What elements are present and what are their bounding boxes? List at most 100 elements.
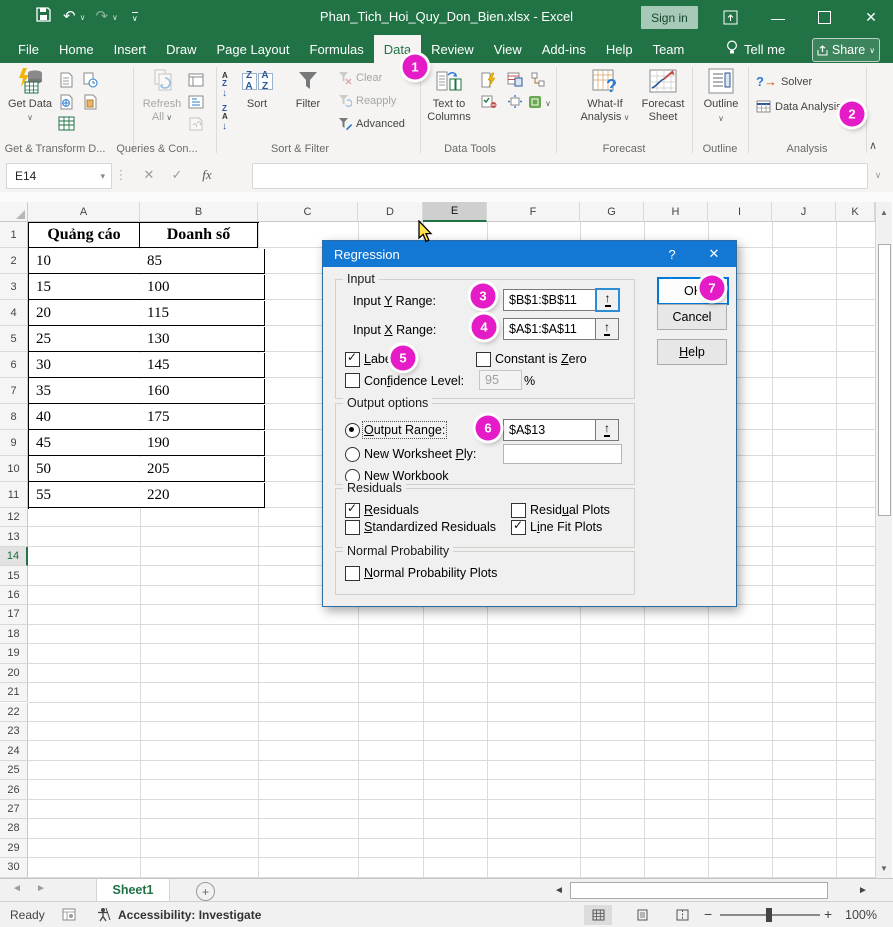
- cell-A1[interactable]: Quảng cáo: [29, 223, 140, 248]
- cancel-button[interactable]: Cancel: [657, 304, 727, 330]
- row-header-18[interactable]: 18: [0, 625, 28, 644]
- vertical-scrollbar[interactable]: ▲ ▼: [875, 202, 892, 878]
- column-header-J[interactable]: J: [772, 202, 836, 222]
- row-header-26[interactable]: 26: [0, 780, 28, 799]
- cell-B4[interactable]: 115: [140, 301, 265, 326]
- cell-A6[interactable]: 30: [29, 353, 147, 378]
- cell-B2[interactable]: 85: [140, 249, 265, 274]
- dialog-close-icon[interactable]: ✕: [698, 241, 730, 267]
- column-header-D[interactable]: D: [358, 202, 423, 222]
- add-sheet-icon[interactable]: +: [196, 882, 215, 901]
- cell-A4[interactable]: 20: [29, 301, 147, 326]
- ok-button[interactable]: OK: [657, 277, 729, 305]
- column-header-B[interactable]: B: [140, 202, 258, 222]
- row-header-7[interactable]: 7: [0, 378, 28, 404]
- confidence-field[interactable]: 95: [479, 370, 522, 390]
- row-header-9[interactable]: 9: [0, 430, 28, 456]
- row-header-17[interactable]: 17: [0, 605, 28, 624]
- column-header-F[interactable]: F: [487, 202, 580, 222]
- accessibility-icon[interactable]: [96, 907, 111, 925]
- standardized-residuals-checkbox[interactable]: [345, 520, 360, 535]
- row-header-10[interactable]: 10: [0, 456, 28, 482]
- residual-plots-checkbox[interactable]: [511, 503, 526, 518]
- page-layout-view-icon[interactable]: [628, 905, 656, 925]
- cell-B9[interactable]: 190: [140, 431, 265, 456]
- line-fit-plots-checkbox[interactable]: [511, 520, 526, 535]
- scroll-down-icon[interactable]: ▼: [876, 864, 892, 873]
- row-header-28[interactable]: 28: [0, 819, 28, 838]
- scroll-left-icon[interactable]: ◄: [554, 885, 564, 896]
- zoom-level[interactable]: 100%: [845, 908, 877, 922]
- row-header-25[interactable]: 25: [0, 761, 28, 780]
- input-x-range-picker-icon[interactable]: ↑: [595, 318, 619, 340]
- column-header-H[interactable]: H: [644, 202, 708, 222]
- cell-B5[interactable]: 130: [140, 327, 265, 352]
- normal-probability-plots-checkbox[interactable]: [345, 566, 360, 581]
- page-break-view-icon[interactable]: [668, 905, 696, 925]
- cell-B11[interactable]: 220: [140, 483, 265, 508]
- new-worksheet-radio[interactable]: [345, 447, 360, 462]
- row-header-15[interactable]: 15: [0, 566, 28, 585]
- row-header-24[interactable]: 24: [0, 741, 28, 760]
- row-header-21[interactable]: 21: [0, 683, 28, 702]
- row-header-23[interactable]: 23: [0, 722, 28, 741]
- residuals-checkbox[interactable]: [345, 503, 360, 518]
- next-sheet-icon[interactable]: ►: [36, 883, 46, 894]
- sheet-tab-sheet1[interactable]: Sheet1: [96, 879, 170, 903]
- cell-A3[interactable]: 15: [29, 275, 147, 300]
- dialog-help-icon[interactable]: ?: [656, 241, 688, 267]
- row-header-3[interactable]: 3: [0, 274, 28, 300]
- row-header-22[interactable]: 22: [0, 703, 28, 722]
- row-header-11[interactable]: 11: [0, 482, 28, 508]
- row-header-27[interactable]: 27: [0, 800, 28, 819]
- zoom-slider-thumb[interactable]: [766, 908, 772, 922]
- cell-A8[interactable]: 40: [29, 405, 147, 430]
- row-header-12[interactable]: 12: [0, 508, 28, 527]
- confidence-checkbox[interactable]: [345, 373, 360, 388]
- input-y-range-picker-icon[interactable]: ↑: [595, 288, 620, 312]
- row-header-2[interactable]: 2: [0, 248, 28, 274]
- cell-B6[interactable]: 145: [140, 353, 265, 378]
- constant-zero-checkbox[interactable]: [476, 352, 491, 367]
- cell-A11[interactable]: 55: [29, 483, 147, 508]
- vertical-scroll-thumb[interactable]: [878, 244, 891, 516]
- column-header-I[interactable]: I: [708, 202, 772, 222]
- output-range-field[interactable]: $A$13: [503, 419, 596, 441]
- row-header-19[interactable]: 19: [0, 644, 28, 663]
- prev-sheet-icon[interactable]: ◄: [12, 883, 22, 894]
- cell-A2[interactable]: 10: [29, 249, 147, 274]
- row-header-30[interactable]: 30: [0, 858, 28, 877]
- output-range-label[interactable]: Output Range:: [364, 423, 445, 437]
- row-header-6[interactable]: 6: [0, 352, 28, 378]
- normal-view-icon[interactable]: [584, 905, 612, 925]
- row-header-14[interactable]: 14: [0, 547, 28, 566]
- input-y-range-field[interactable]: $B$1:$B$11: [503, 289, 596, 311]
- row-header-20[interactable]: 20: [0, 664, 28, 683]
- row-header-13[interactable]: 13: [0, 527, 28, 546]
- cell-A9[interactable]: 45: [29, 431, 147, 456]
- cell-B8[interactable]: 175: [140, 405, 265, 430]
- macro-record-icon[interactable]: [62, 908, 76, 924]
- row-header-1[interactable]: 1: [0, 222, 28, 248]
- input-x-range-field[interactable]: $A$1:$A$11: [503, 318, 596, 340]
- cell-B1[interactable]: Doanh số: [140, 223, 258, 248]
- zoom-in-icon[interactable]: +: [824, 906, 832, 922]
- scroll-right-icon[interactable]: ►: [858, 885, 868, 896]
- select-all-corner[interactable]: [0, 202, 28, 222]
- row-header-8[interactable]: 8: [0, 404, 28, 430]
- labels-checkbox[interactable]: [345, 352, 360, 367]
- accessibility-status[interactable]: Accessibility: Investigate: [118, 908, 261, 922]
- row-header-16[interactable]: 16: [0, 586, 28, 605]
- row-header-4[interactable]: 4: [0, 300, 28, 326]
- column-header-G[interactable]: G: [580, 202, 644, 222]
- row-header-29[interactable]: 29: [0, 839, 28, 858]
- column-header-C[interactable]: C: [258, 202, 358, 222]
- column-header-K[interactable]: K: [836, 202, 875, 222]
- horizontal-scrollbar[interactable]: ◄ ►: [550, 880, 874, 900]
- zoom-out-icon[interactable]: −: [704, 906, 712, 922]
- cell-B10[interactable]: 205: [140, 457, 265, 482]
- cell-A7[interactable]: 35: [29, 379, 147, 404]
- new-worksheet-field[interactable]: [503, 444, 622, 464]
- help-button[interactable]: Help: [657, 339, 727, 365]
- horizontal-scroll-thumb[interactable]: [570, 882, 828, 899]
